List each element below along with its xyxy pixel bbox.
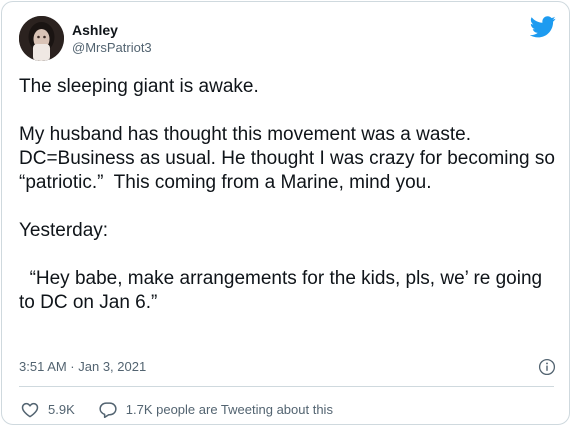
divider — [19, 386, 554, 387]
heart-icon — [21, 401, 39, 418]
tweet-text: The sleeping giant is awake. My husband … — [19, 75, 559, 315]
tweet-paragraph: My husband has thought this movement was… — [19, 124, 561, 193]
author-display-name[interactable]: Ashley — [72, 21, 118, 39]
tweet-card: Ashley @MrsPatriot3 The sleeping giant i… — [1, 1, 570, 425]
like-count: 5.9K — [48, 401, 75, 417]
reply-button[interactable]: 1.7K people are Tweeting about this — [99, 401, 333, 418]
author-handle[interactable]: @MrsPatriot3 — [72, 40, 152, 56]
tweet-paragraph: The sleeping giant is awake. — [19, 76, 259, 97]
reply-label: 1.7K people are Tweeting about this — [125, 401, 333, 417]
tweet-paragraph: Yesterday: — [19, 220, 109, 241]
speech-bubble-icon — [99, 401, 117, 418]
tweet-timestamp[interactable]: 3:51 AM · Jan 3, 2021 — [19, 359, 146, 374]
like-button[interactable]: 5.9K — [21, 401, 75, 418]
action-bar: 5.9K 1.7K people are Tweeting about this — [21, 399, 333, 419]
avatar[interactable] — [19, 16, 64, 61]
bird-logo-icon[interactable] — [529, 16, 556, 38]
tweet-meta: 3:51 AM · Jan 3, 2021 — [19, 357, 559, 377]
info-icon[interactable] — [538, 358, 556, 376]
tweet-paragraph: “Hey babe, make arrangements for the kid… — [19, 268, 548, 313]
